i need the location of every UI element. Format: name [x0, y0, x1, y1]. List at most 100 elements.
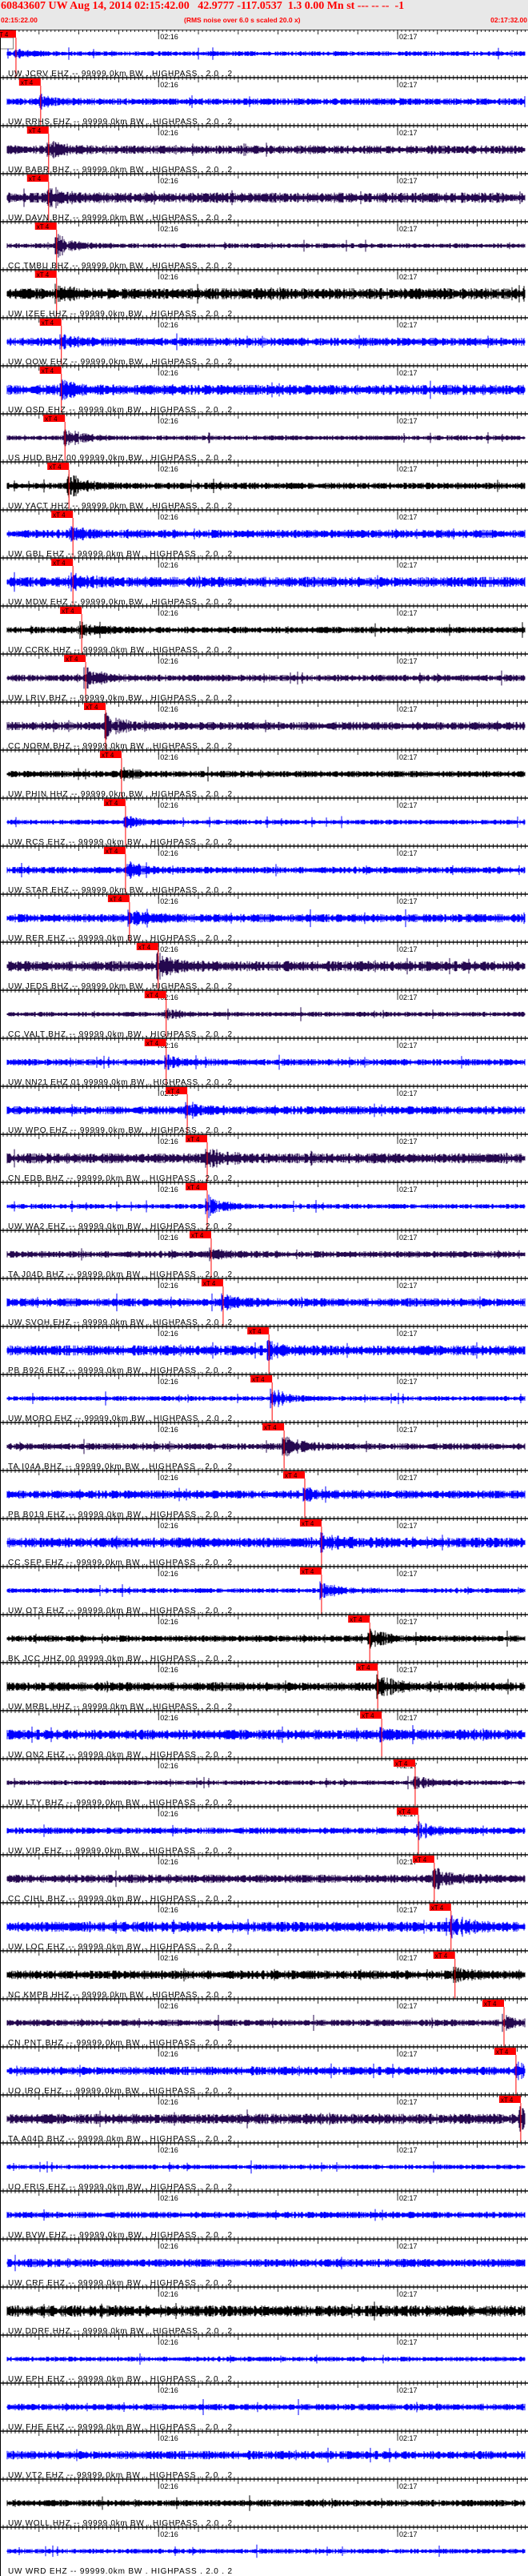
waveform-trace — [6, 47, 526, 60]
time-tick-label: 02:17 — [399, 465, 418, 473]
pick-marker-label: xT 4 — [53, 560, 66, 567]
pick-marker-label: xT 4 — [414, 1856, 427, 1864]
waveform-trace — [6, 379, 526, 400]
time-tick-label: 02:17 — [399, 1618, 418, 1626]
time-tick-label: 02:17 — [399, 1330, 418, 1338]
waveform-trace — [6, 1674, 526, 1699]
waveform-trace — [6, 1486, 526, 1503]
time-tick-label: 02:17 — [399, 1089, 418, 1097]
waveform-trace — [6, 1436, 526, 1457]
time-tick-label: 02:16 — [160, 1906, 178, 1914]
time-tick-label: 02:17 — [399, 177, 418, 185]
time-tick-label: 02:16 — [160, 1378, 178, 1386]
trace-panel: 02:16 02:17xT 4UW IZEE HHZ -- 99999.0km B… — [0, 267, 528, 319]
trace-panel: 02:1602:17xT 4UW VIP EHZ -- 99999.0km BW… — [0, 1804, 528, 1856]
time-tick-label: 02:16 — [160, 705, 178, 713]
waveform-trace — [6, 2160, 526, 2174]
time-tick-label: 02:17 — [399, 705, 418, 713]
time-tick-label: 02:17 — [399, 2530, 418, 2538]
pick-marker-label: xT 4 — [45, 415, 58, 423]
event-title: 60843607 UW Aug 14, 2014 02:15:42.00 42.… — [1, 0, 405, 12]
time-tick-label: 02:17 — [399, 1666, 418, 1674]
trace-panel: 02:16 02:17xT 4UW RRHS EHZ -- 99999.0km B… — [0, 75, 528, 126]
waveform-trace — [6, 816, 526, 829]
waveform-trace — [6, 2301, 526, 2321]
trace-panel: 02:16 02:17xT 4US HUD BHZ 00 99999.0km BW… — [0, 411, 528, 463]
trace-panel: 02:16 02:17UW EPH EHZ -- 99999.0km BW . H… — [0, 2333, 528, 2384]
time-tick-label: 02:16 — [160, 801, 178, 809]
trace-panel: 02:16 02:17xT 4PB B926 EHZ -- 99999.0km B… — [0, 1324, 528, 1375]
time-tick-label: 02:16 — [160, 1570, 178, 1578]
pick-marker-label: xT 4 — [42, 367, 54, 375]
trace-panel: 02:16 02:17xT 4UW MRBL HHZ -- 99999.0km B… — [0, 1660, 528, 1711]
pick-marker-label: xT 4 — [49, 463, 62, 471]
time-tick-label: 02:17 — [399, 1474, 418, 1482]
time-tick-label: 02:17 — [399, 1234, 418, 1242]
time-tick-label: 02:16 — [160, 369, 178, 377]
time-tick-label: 02:16 — [160, 753, 178, 761]
time-tick-label: 02:17 — [399, 561, 418, 569]
time-tick-label: 02:16 — [160, 609, 178, 617]
trace-panel: 02:16 02:17xT 4UW DAVN BHZ -- 99999.0km B… — [0, 171, 528, 223]
time-tick-label: 02:17 — [399, 1906, 418, 1914]
waveform-trace — [6, 526, 526, 542]
time-tick-label: 02:17 — [399, 2002, 418, 2010]
waveform-trace — [6, 2254, 526, 2272]
waveform-trace — [6, 1868, 526, 1890]
time-tick-label: 02:17 — [399, 897, 418, 905]
waveform-trace — [6, 1966, 526, 1984]
pick-marker-label: xT 4 — [138, 944, 151, 951]
waveform-trace — [6, 861, 526, 879]
time-tick-label: 02:16 — [160, 225, 178, 233]
trace-panel: 02:16 02:17 xT 4TA A04D BHZ -- 99999.0km B… — [0, 2092, 528, 2144]
pick-marker-label: xT 4 — [264, 1424, 277, 1431]
trace-panel: 02:16 02:17xT 4UW OSD EHZ -- 99999.0km BW… — [0, 363, 528, 415]
time-tick-label: 02:17 — [399, 81, 418, 89]
waveform-trace — [6, 333, 526, 351]
waveform-trace — [6, 2353, 526, 2365]
time-tick-label: 02:16 — [160, 1714, 178, 1722]
time-tick-label: 02:17 — [399, 2338, 418, 2346]
trace-panel: 02:16 02:17xT 4UW WA2 EHZ -- 99999.0km BW… — [0, 1180, 528, 1231]
trace-panel: 02:16 02:17xT 4UW NN21 EHZ 01 99999.0km B… — [0, 1036, 528, 1087]
trace-panel: 02:1602:17xT 4UW LTY BHZ -- 99999.0km BW… — [0, 1756, 528, 1808]
time-tick-label: 02:16 — [160, 561, 178, 569]
end-time: 02:17:32.00 — [490, 16, 527, 24]
waveform-trace — [6, 2013, 526, 2032]
trace-panel: 02:16 02:17xT 4TA I04A BHZ -- 99999.0km B… — [0, 1420, 528, 1471]
time-tick-label: 02:16 — [160, 33, 178, 41]
time-tick-label: 02:17 — [399, 2098, 418, 2106]
time-tick-label: 02:17 — [399, 1522, 418, 1530]
pick-marker-label: xT 4 — [501, 2097, 514, 2104]
trace-panel: 02:16 02:17UO FRIS EHZ -- 99999.0km BW . … — [0, 2141, 528, 2192]
time-tick-label: 02:16 — [160, 1858, 178, 1866]
waveform-trace — [6, 909, 526, 928]
trace-panel: 02:16 02:17 xT 4UO IRO EHZ -- 99999.0km BW… — [0, 2044, 528, 2096]
trace-panel: 02:16 02:17xT 4UW SVOH EHZ -- 99999.0km B… — [0, 1276, 528, 1327]
waveform-trace — [6, 1247, 526, 1262]
time-tick-label: 02:16 — [160, 1426, 178, 1434]
trace-panel: 02:16 02:17UW CRF EHZ -- 99999.0km BW . H… — [0, 2237, 528, 2288]
time-tick-label: 02:17 — [399, 849, 418, 857]
waveform-trace — [6, 1101, 526, 1119]
waveform-trace — [6, 2061, 526, 2080]
time-tick-label: 02:16 — [160, 2146, 178, 2154]
time-tick-label: 02:17 — [399, 945, 418, 953]
time-tick-label: 02:17 — [399, 417, 418, 425]
time-tick-label: 02:16 — [160, 273, 178, 281]
trace-panel: 02:16 02:17xT 4UW OOW EHZ -- 99999.0km BW… — [0, 315, 528, 367]
pick-marker-label: xT 4 — [42, 319, 54, 327]
seismogram-record-section: T 402:1602:17xT 4UW JCRV EHZ -- 99999.0k… — [0, 27, 528, 2576]
trace-panel: 02:16 02:17UW FHE EHZ -- 99999.0km BW . H… — [0, 2381, 528, 2432]
rms-noise-note: (RMS noise over 6.0 s scaled 20.0 x) — [184, 16, 301, 24]
pick-marker-label: xT 4 — [37, 271, 50, 279]
trace-panel: 02:16 02:17xT 4UW BABR BHZ -- 99999.0km B… — [0, 123, 528, 175]
waveform-trace — [6, 572, 526, 592]
waveform-trace — [6, 1581, 526, 1600]
waveform-trace — [6, 1915, 526, 1939]
top-marker-frame — [0, 37, 14, 50]
waveform-trace — [6, 712, 526, 740]
pick-marker-label: xT 4 — [86, 704, 98, 711]
pick-marker-label: xT 4 — [249, 1328, 262, 1335]
time-tick-label: 02:16 — [160, 1810, 178, 1818]
